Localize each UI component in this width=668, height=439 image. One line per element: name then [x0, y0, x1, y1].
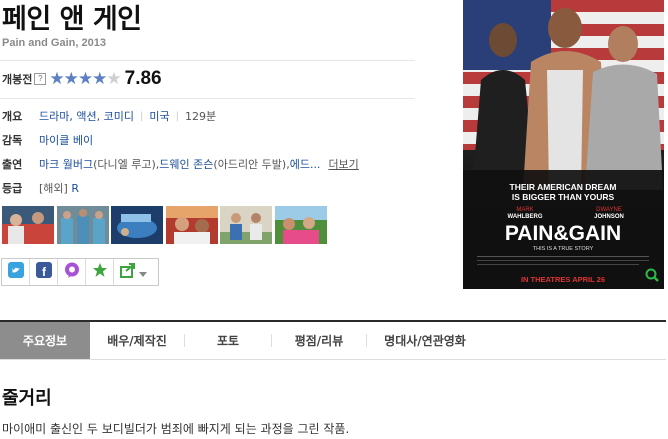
cast-role-2: (아드리안 두발), — [213, 158, 290, 171]
share-icon — [119, 262, 136, 282]
still-thumbnail-2[interactable] — [57, 206, 109, 244]
facebook-button[interactable]: f — [30, 259, 58, 285]
director-link[interactable]: 마이클 베이 — [39, 132, 93, 148]
rating-stars: ★ ★ ★ ★ ★ — [49, 68, 121, 89]
tab-quotes-related[interactable]: 명대사/연관영화 — [367, 322, 483, 359]
talk-icon — [64, 262, 80, 282]
twitter-icon — [7, 262, 24, 282]
cast-actor-1-link[interactable]: 마크 월버그 — [39, 156, 93, 172]
country-link[interactable]: 미국 — [149, 108, 169, 124]
talk-button[interactable] — [58, 259, 86, 285]
cast-actor-3-link[interactable]: 에드... — [290, 156, 321, 172]
twitter-button[interactable] — [2, 259, 30, 285]
director-row: 감독 마이클 베이 — [2, 131, 93, 149]
synopsis-heading: 줄거리 — [2, 388, 52, 409]
synopsis-text: 마이애미 출신인 두 보디빌더가 범죄에 빠지게 되는 과정을 그린 작품. — [2, 422, 350, 436]
poster-title: PAIN&GAIN — [505, 222, 621, 245]
poster-tagline-1: THEIR AMERICAN DREAM — [510, 182, 617, 192]
separator: | — [175, 110, 179, 122]
help-icon[interactable]: ? — [34, 73, 47, 85]
poster-cast-2b: JOHNSON — [594, 214, 624, 220]
star-icon: ★ — [92, 68, 107, 89]
facebook-icon: f — [35, 262, 52, 282]
cast-actor-2-link[interactable]: 드웨인 존슨 — [159, 156, 213, 172]
grade-value: [해외] — [39, 182, 68, 195]
genre-action-link[interactable]: 액션 — [76, 108, 96, 124]
star-icon: ★ — [49, 68, 64, 89]
tab-photo[interactable]: 포토 — [185, 322, 271, 359]
tab-bar: 주요정보 배우/제작진 포토 평점/리뷰 명대사/연관영화 — [0, 320, 666, 360]
star-icon — [92, 262, 108, 282]
star-icon: ★ — [77, 68, 93, 89]
rating-score: 7.86 — [124, 68, 162, 89]
poster-cast-2: DWAYNE — [596, 207, 622, 213]
cast-row: 출연 마크 월버그 (다니엘 루고), 드웨인 존슨 (아드리안 두발), 에드… — [2, 155, 359, 173]
share-dropdown-button[interactable] — [114, 259, 152, 285]
overview-row: 개요 드라마, 액션, 코미디 | 미국 | 129분 — [2, 108, 217, 124]
favorite-button[interactable] — [86, 259, 114, 285]
runtime: 129분 — [185, 110, 217, 123]
tab-main-info[interactable]: 주요정보 — [0, 322, 90, 359]
poster-cast-1: MARK — [516, 207, 533, 213]
still-thumbnail-3[interactable] — [111, 206, 163, 244]
chevron-down-icon — [138, 263, 147, 282]
poster-subline: THIS IS A TRUE STORY — [533, 246, 594, 252]
grade-row: 등급 [해외] R — [2, 179, 79, 197]
more-link[interactable]: 더보기 — [328, 156, 358, 172]
genre-drama-link[interactable]: 드라마 — [39, 108, 69, 124]
overview-label: 개요 — [2, 110, 23, 123]
poster-cast-1b: WAHLBERG — [508, 214, 543, 220]
still-thumbnail-1[interactable] — [2, 206, 54, 244]
grade-code-link[interactable]: R — [71, 182, 79, 195]
tab-rating-review[interactable]: 평점/리뷰 — [272, 322, 366, 359]
separator: | — [140, 110, 144, 122]
movie-title: 페인 앤 게인 — [2, 4, 142, 35]
still-thumbnail-4[interactable] — [166, 206, 218, 244]
star-icon: ★ — [106, 68, 121, 89]
zoom-button[interactable] — [639, 264, 664, 289]
cast-label: 출연 — [2, 158, 23, 171]
genre-comedy-link[interactable]: 코미디 — [104, 108, 134, 124]
still-thumbnail-5[interactable] — [220, 206, 272, 244]
director-label: 감독 — [2, 134, 23, 147]
movie-poster[interactable]: THEIR AMERICAN DREAM IS BIGGER THAN YOUR… — [463, 0, 664, 289]
star-icon: ★ — [63, 68, 79, 89]
rating-label: 개봉전 — [2, 73, 33, 86]
movie-subtitle: Pain and Gain, 2013 — [2, 37, 106, 49]
tab-cast-crew[interactable]: 배우/제작진 — [90, 322, 184, 359]
share-bar: f — [1, 258, 159, 286]
rating-row: 개봉전 ? ★ ★ ★ ★ ★ 7.86 — [2, 68, 162, 89]
grade-label: 등급 — [2, 182, 23, 195]
cast-role-1: (다니엘 루고), — [93, 158, 160, 171]
magnifier-icon — [645, 267, 659, 286]
divider — [0, 60, 415, 61]
divider — [0, 98, 415, 99]
poster-tagline-2: IS BIGGER THAN YOURS — [512, 192, 615, 202]
poster-release: IN THEATRES APRIL 26 — [521, 275, 605, 284]
still-thumbnail-6[interactable] — [275, 206, 327, 244]
